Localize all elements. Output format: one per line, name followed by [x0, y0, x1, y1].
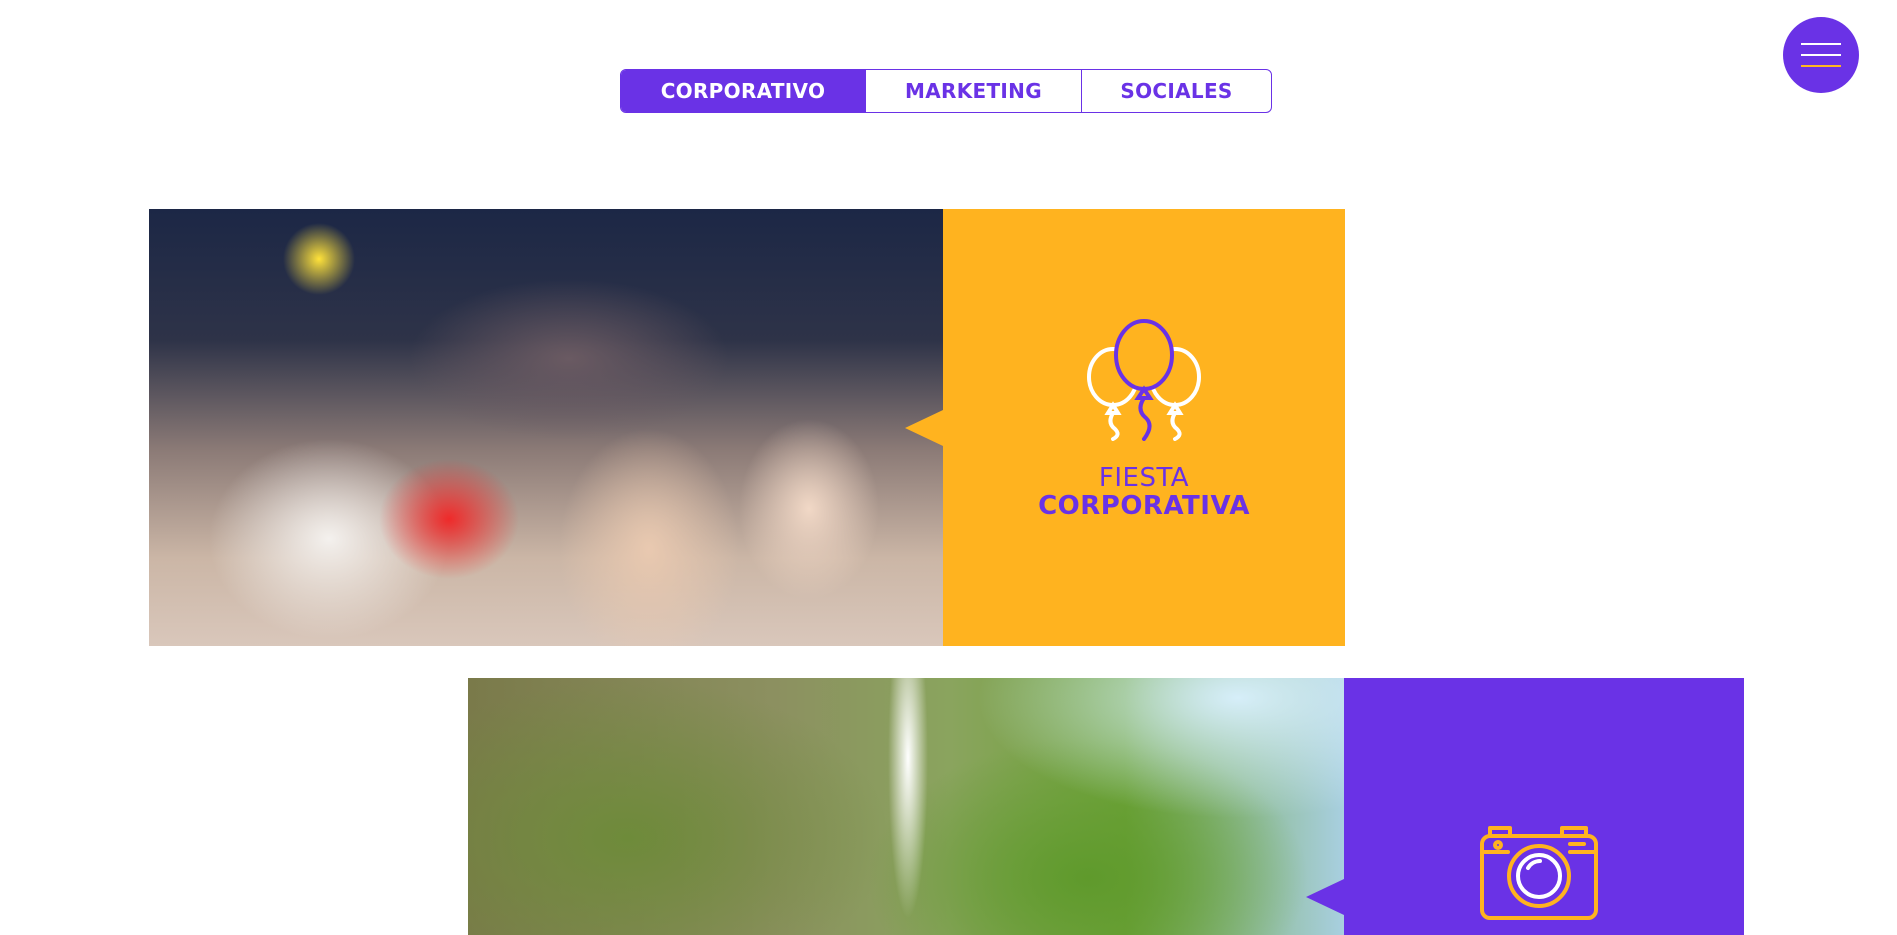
tab-marketing[interactable]: MARKETING	[865, 70, 1081, 112]
hamburger-icon	[1801, 43, 1841, 45]
tab-sociales[interactable]: SOCIALES	[1081, 70, 1271, 112]
menu-button[interactable]	[1783, 17, 1859, 93]
photo-service-card[interactable]	[1306, 678, 1744, 935]
category-tabs: CORPORATIVO MARKETING SOCIALES	[620, 69, 1272, 113]
corporate-party-photo[interactable]	[149, 209, 943, 646]
hamburger-icon-bar	[1801, 65, 1841, 67]
balloons-icon	[1087, 319, 1201, 441]
waterfall-landscape-photo[interactable]	[468, 678, 1344, 935]
card-title-line2: CORPORATIVA	[1038, 491, 1250, 521]
hamburger-icon-bar	[1801, 54, 1841, 56]
tab-corporativo[interactable]: CORPORATIVO	[621, 70, 865, 112]
camera-icon	[1480, 826, 1598, 920]
card-title-line1: FIESTA	[1098, 463, 1190, 493]
fiesta-corporativa-card[interactable]: FIESTA CORPORATIVA	[905, 209, 1345, 646]
